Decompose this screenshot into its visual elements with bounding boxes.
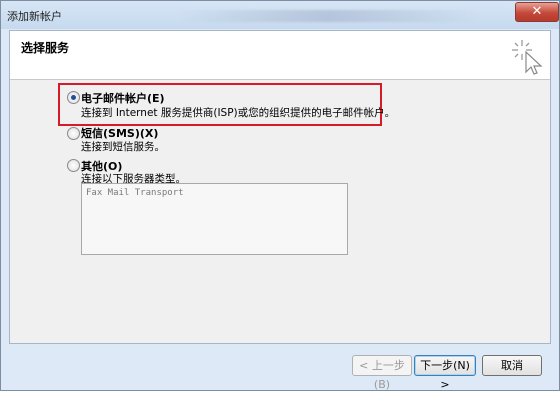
radio-sms[interactable] xyxy=(67,127,80,140)
close-icon: ✕ xyxy=(531,4,543,19)
option-email-label[interactable]: 电子邮件帐户(E) xyxy=(81,90,165,106)
radio-other[interactable] xyxy=(67,159,80,172)
title-bar: 添加新帐户 ✕ xyxy=(1,1,559,29)
radio-email-account[interactable] xyxy=(67,91,80,104)
cancel-button[interactable]: 取消 xyxy=(482,355,542,376)
option-email-description: 连接到 Internet 服务提供商(ISP)或您的组织提供的电子邮件帐户。 xyxy=(81,107,396,119)
next-button[interactable]: 下一步(N) > xyxy=(414,355,476,391)
server-type-list[interactable]: Fax Mail Transport xyxy=(81,183,348,255)
blurred-title-region xyxy=(179,10,479,22)
list-item[interactable]: Fax Mail Transport xyxy=(86,188,184,198)
close-button[interactable]: ✕ xyxy=(515,2,559,22)
wizard-cursor-icon xyxy=(512,40,543,75)
footer-bar: < 上一步(B) 下一步(N) > 取消 xyxy=(9,343,551,391)
option-sms-description: 连接到短信服务。 xyxy=(81,141,165,153)
page-title: 选择服务 xyxy=(21,41,70,55)
dialog-window: 添加新帐户 ✕ 选择服务 电子邮件帐户(E) 连接到 Internet 服务提供… xyxy=(0,0,560,391)
wizard-header: 选择服务 xyxy=(10,31,550,80)
window-title: 添加新帐户 xyxy=(7,10,62,23)
back-button[interactable]: < 上一步(B) xyxy=(352,355,412,391)
